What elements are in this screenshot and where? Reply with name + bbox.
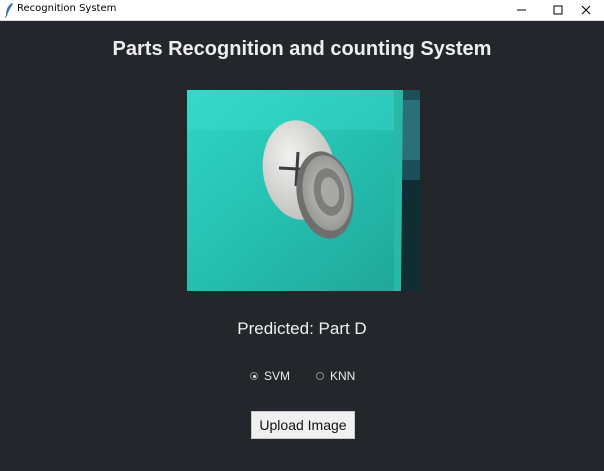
- feather-icon: [4, 2, 14, 18]
- page-title: Parts Recognition and counting System: [112, 38, 492, 60]
- minimize-icon: [517, 5, 527, 15]
- app-window: Parts Recognition and counting System Pr…: [0, 21, 604, 471]
- upload-image-button[interactable]: Upload Image: [251, 411, 355, 439]
- radio-knn[interactable]: KNN: [316, 369, 355, 383]
- window-titlebar: Recognition System: [0, 0, 604, 21]
- radio-svm[interactable]: SVM: [250, 369, 290, 383]
- maximize-icon: [553, 5, 563, 15]
- close-icon: [581, 5, 591, 15]
- part-image-preview: [187, 90, 420, 291]
- minimize-button[interactable]: [504, 0, 540, 20]
- close-button[interactable]: [568, 0, 604, 20]
- radio-knn-label: KNN: [330, 369, 356, 383]
- radio-unselected-icon: [316, 372, 324, 380]
- prediction-label: Predicted: Part D: [237, 319, 367, 338]
- radio-svm-label: SVM: [264, 369, 291, 383]
- radio-selected-icon: [250, 372, 258, 380]
- window-title: Recognition System: [17, 3, 117, 14]
